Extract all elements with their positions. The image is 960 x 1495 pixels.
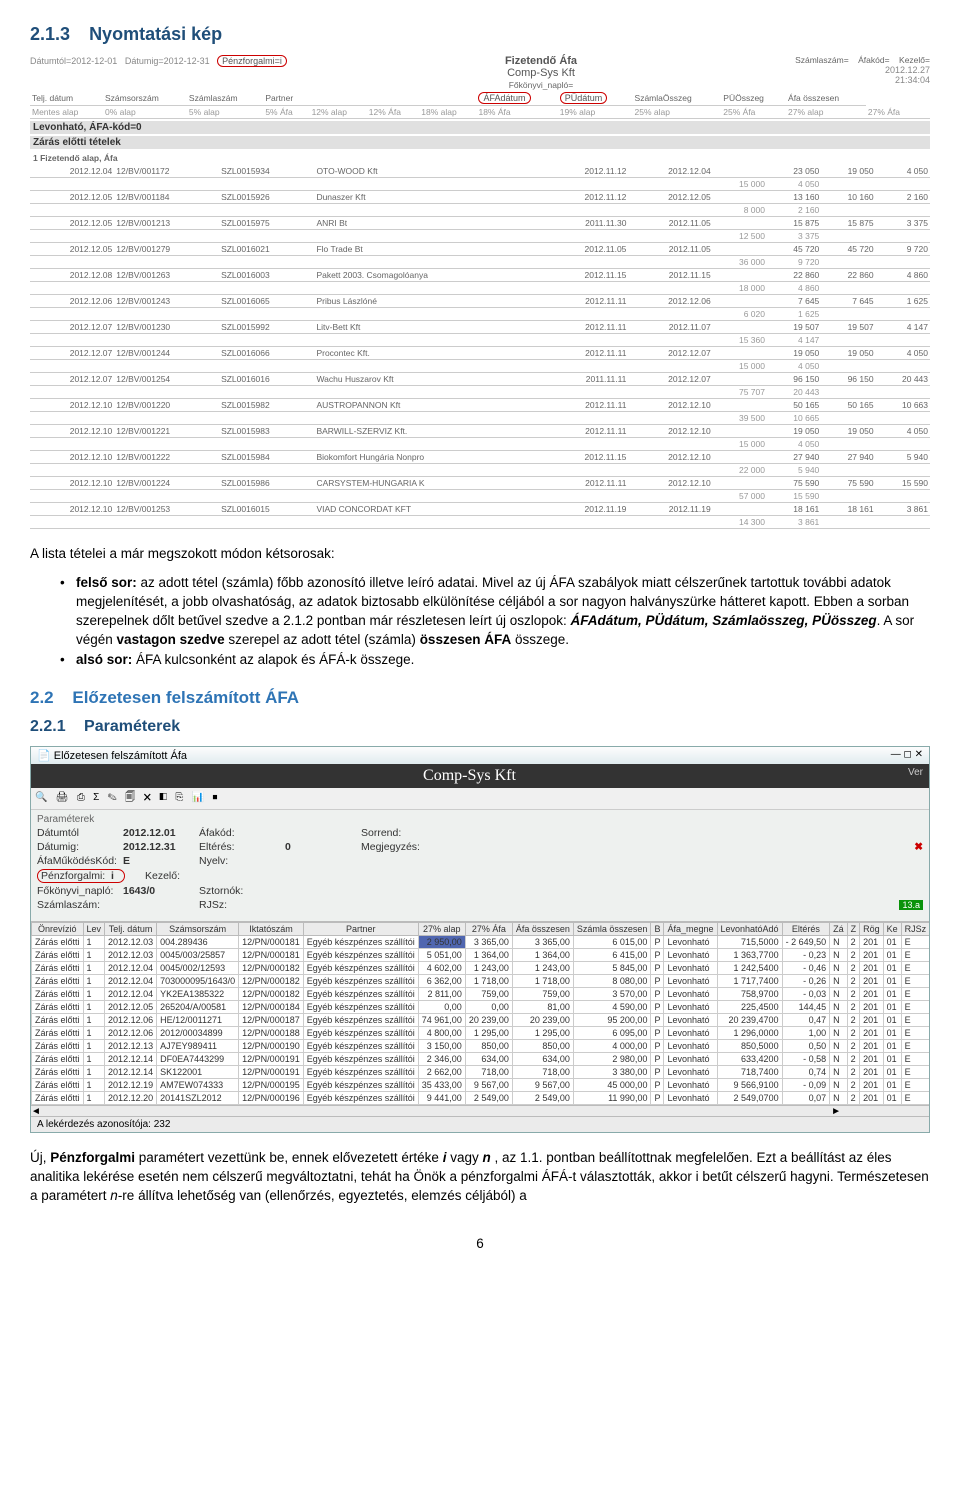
- report-bar-zaras: Zárás előtti tételek: [30, 136, 930, 149]
- bullets: felső sor: az adott tétel (számla) főbb …: [76, 574, 930, 670]
- bullet-also-sor: alsó sor: ÁFA kulcsonként az alapok és Á…: [76, 651, 930, 670]
- penzforgalmi-param-highlight: Pénzforgalmi: i: [37, 869, 125, 883]
- page-number: 6: [30, 1236, 930, 1251]
- close-icon[interactable]: ✖: [914, 841, 923, 853]
- heading-22: 2.2 Előzetesen felszámított ÁFA: [30, 688, 930, 708]
- window-controls[interactable]: — ◻ ✕: [891, 749, 923, 762]
- report-preview: Dátumtól=2012-12-01 Dátumig=2012-12-31 P…: [30, 55, 930, 529]
- bullet-felso-sor: felső sor: az adott tétel (számla) főbb …: [76, 574, 930, 650]
- data-grid[interactable]: ÖnrevízióLevTelj. dátumSzámsorszámIktató…: [31, 922, 929, 1116]
- report-columns-row1: Telj. dátumSzámsorszámSzámlaszámPartnerÁ…: [30, 91, 930, 119]
- status-bar: A lekérdezés azonosítója: 232: [31, 1116, 929, 1132]
- heading-221: 2.2.1 Paraméterek: [30, 718, 930, 736]
- report-bar-levonhato: Levonható, ÁFA-kód=0: [30, 121, 930, 134]
- heading-213: 2.1.3 Nyomtatási kép: [30, 24, 930, 45]
- parameters-panel: Paraméterek Dátumtól2012.12.01 Áfakód: S…: [31, 810, 929, 922]
- penzforgalmi-highlight: Pénzforgalmi=i: [217, 55, 287, 67]
- app-window: 📄 Előzetesen felszámított Áfa — ◻ ✕ Comp…: [30, 746, 930, 1133]
- paragraph-penzforgalmi: Új, Pénzforgalmi paramétert vezettünk be…: [30, 1149, 930, 1206]
- report-table: 2012.12.0412/BV/001172SZL0015934OTO-WOOD…: [30, 165, 930, 529]
- intro-text: A lista tételei a már megszokott módon k…: [30, 545, 930, 564]
- window-titlebar: 📄 Előzetesen felszámított Áfa — ◻ ✕: [31, 747, 929, 764]
- company-bar: Comp-Sys Kft Ver: [31, 764, 929, 788]
- version-badge: 13.a: [899, 900, 923, 910]
- toolbar[interactable]: 🔍 🖨 ⎙ Σ ✎ 🗐 🗙 ◧ ⎘ 📊 ⏹: [31, 788, 929, 810]
